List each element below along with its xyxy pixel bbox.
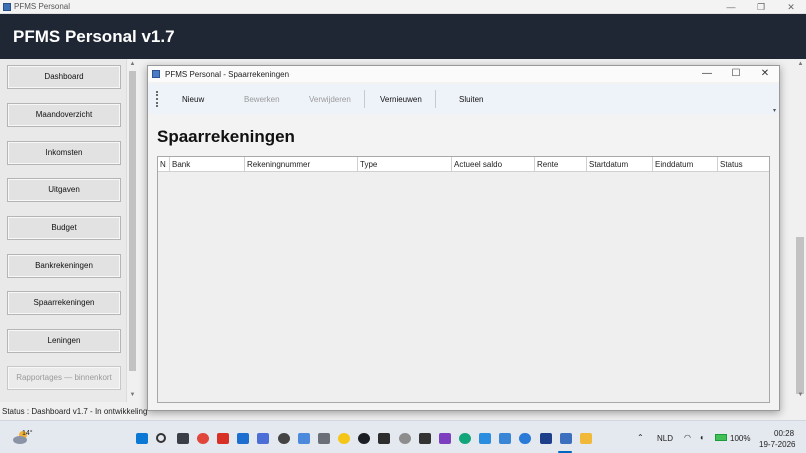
- main-scrollbar-thumb[interactable]: [796, 237, 804, 394]
- window-maximize-button[interactable]: ❐: [746, 0, 776, 14]
- close-button[interactable]: Sluiten: [459, 95, 483, 104]
- sidebar-item-dashboard[interactable]: Dashboard: [7, 65, 121, 89]
- sidebar-item-inkomsten[interactable]: Inkomsten: [7, 141, 121, 165]
- edge-icon[interactable]: [459, 433, 471, 444]
- toolbar-separator: [364, 90, 365, 108]
- outlook-icon[interactable]: [237, 433, 249, 444]
- chrome-icon[interactable]: [197, 433, 209, 444]
- sidebar-scroll-down-icon[interactable]: ▼: [128, 391, 137, 400]
- status-text: Status : Dashboard v1.7 - In ontwikkelin…: [2, 407, 148, 416]
- battery-icon[interactable]: [715, 434, 727, 441]
- child-close-button[interactable]: ✕: [751, 67, 779, 81]
- app-title: PFMS Personal v1.7: [13, 27, 175, 46]
- table-header: N Bank Rekeningnummer Type Actueel saldo…: [158, 157, 769, 172]
- file-explorer-icon[interactable]: [580, 433, 592, 444]
- photos-icon[interactable]: [499, 433, 511, 444]
- battery-percentage: 100%: [730, 434, 751, 443]
- column-header-status[interactable]: Status: [718, 157, 769, 172]
- tray-chevron-icon[interactable]: ⌃: [637, 433, 644, 442]
- teams-icon[interactable]: [257, 433, 269, 444]
- clock-date[interactable]: 19-7-2026: [759, 440, 795, 449]
- sidebar-item-leningen[interactable]: Leningen: [7, 329, 121, 353]
- console-icon[interactable]: [419, 433, 431, 444]
- gemini-icon[interactable]: [298, 433, 310, 444]
- record-icon[interactable]: [399, 433, 411, 444]
- toolbar-separator: [435, 90, 436, 108]
- column-header-rente[interactable]: Rente: [535, 157, 587, 172]
- volume-icon[interactable]: ◐: [700, 433, 705, 442]
- taskbar: 14° ⌃ NLD ◠ ◐ 100% 00:28 19-7-2026: [0, 420, 806, 453]
- delete-button: Verwijderen: [309, 95, 351, 104]
- toolbar-grip-icon[interactable]: [156, 91, 158, 107]
- child-maximize-button[interactable]: ☐: [722, 67, 750, 81]
- start-icon[interactable]: [136, 433, 148, 444]
- window-title: PFMS Personal: [14, 2, 71, 11]
- clock-time[interactable]: 00:28: [774, 429, 794, 438]
- app-icon: [3, 3, 11, 11]
- savings-accounts-table[interactable]: N Bank Rekeningnummer Type Actueel saldo…: [157, 156, 770, 403]
- window-close-button[interactable]: ✕: [776, 0, 806, 14]
- terminal-app-icon[interactable]: [378, 433, 390, 444]
- toolbar: Nieuw Bewerken Verwijderen Vernieuwen Sl…: [148, 84, 779, 114]
- sidebar-item-bankrekeningen[interactable]: Bankrekeningen: [7, 254, 121, 278]
- app-icon-generic[interactable]: [318, 433, 330, 444]
- task-view-icon[interactable]: [177, 433, 189, 444]
- edit-button: Bewerken: [244, 95, 280, 104]
- child-window-titlebar[interactable]: PFMS Personal - Spaarrekeningen — ☐ ✕: [148, 66, 779, 82]
- window-titlebar: PFMS Personal — ❐ ✕: [0, 0, 806, 14]
- column-header-startdatum[interactable]: Startdatum: [587, 157, 653, 172]
- child-window-title: PFMS Personal - Spaarrekeningen: [165, 70, 290, 79]
- page-title: Spaarrekeningen: [157, 127, 295, 146]
- child-minimize-button[interactable]: —: [693, 67, 721, 81]
- main-scroll-down-icon[interactable]: ▼: [796, 391, 805, 400]
- d-app-icon[interactable]: [540, 433, 552, 444]
- refresh-button[interactable]: Vernieuwen: [380, 95, 422, 104]
- sidebar-item-rapportages: Rapportages — binnenkort: [7, 366, 121, 390]
- window-minimize-button[interactable]: —: [716, 0, 746, 14]
- main-scroll-up-icon[interactable]: ▲: [796, 60, 805, 69]
- sidebar-scrollbar-thumb[interactable]: [129, 71, 136, 371]
- wifi-icon[interactable]: ◠: [684, 433, 691, 442]
- column-header-rekeningnummer[interactable]: Rekeningnummer: [245, 157, 358, 172]
- sidebar-scroll-up-icon[interactable]: ▲: [128, 60, 137, 69]
- sidebar-item-budget[interactable]: Budget: [7, 216, 121, 240]
- pfms-app-icon[interactable]: [560, 433, 572, 444]
- weather-temperature: 14°: [22, 430, 33, 437]
- column-header-bank[interactable]: Bank: [170, 157, 245, 172]
- toolbar-overflow-icon[interactable]: ▾: [773, 107, 776, 114]
- gmail-icon[interactable]: [217, 433, 229, 444]
- column-header-einddatum[interactable]: Einddatum: [653, 157, 718, 172]
- sidebar: Dashboard Maandoverzicht Inkomsten Uitga…: [0, 59, 138, 402]
- column-header-actueel-saldo[interactable]: Actueel saldo: [452, 157, 535, 172]
- search-icon[interactable]: [156, 433, 166, 443]
- sidebar-item-maandoverzicht[interactable]: Maandoverzicht: [7, 103, 121, 127]
- column-header-type[interactable]: Type: [358, 157, 452, 172]
- github-icon[interactable]: [358, 433, 370, 444]
- child-window-icon: [152, 70, 160, 78]
- spaarrekeningen-window: PFMS Personal - Spaarrekeningen — ☐ ✕ Ni…: [147, 65, 780, 411]
- column-header-n[interactable]: N: [158, 157, 170, 172]
- language-indicator[interactable]: NLD: [657, 434, 673, 443]
- onedrive-icon[interactable]: [519, 433, 531, 444]
- new-button[interactable]: Nieuw: [182, 95, 204, 104]
- document-app-icon[interactable]: [479, 433, 491, 444]
- app-header: PFMS Personal v1.7: [0, 14, 806, 59]
- lightbulb-icon[interactable]: [338, 433, 350, 444]
- visual-studio-icon[interactable]: [439, 433, 451, 444]
- openai-icon[interactable]: [278, 433, 290, 444]
- sidebar-item-spaarrekeningen[interactable]: Spaarrekeningen: [7, 291, 121, 315]
- sidebar-item-uitgaven[interactable]: Uitgaven: [7, 178, 121, 202]
